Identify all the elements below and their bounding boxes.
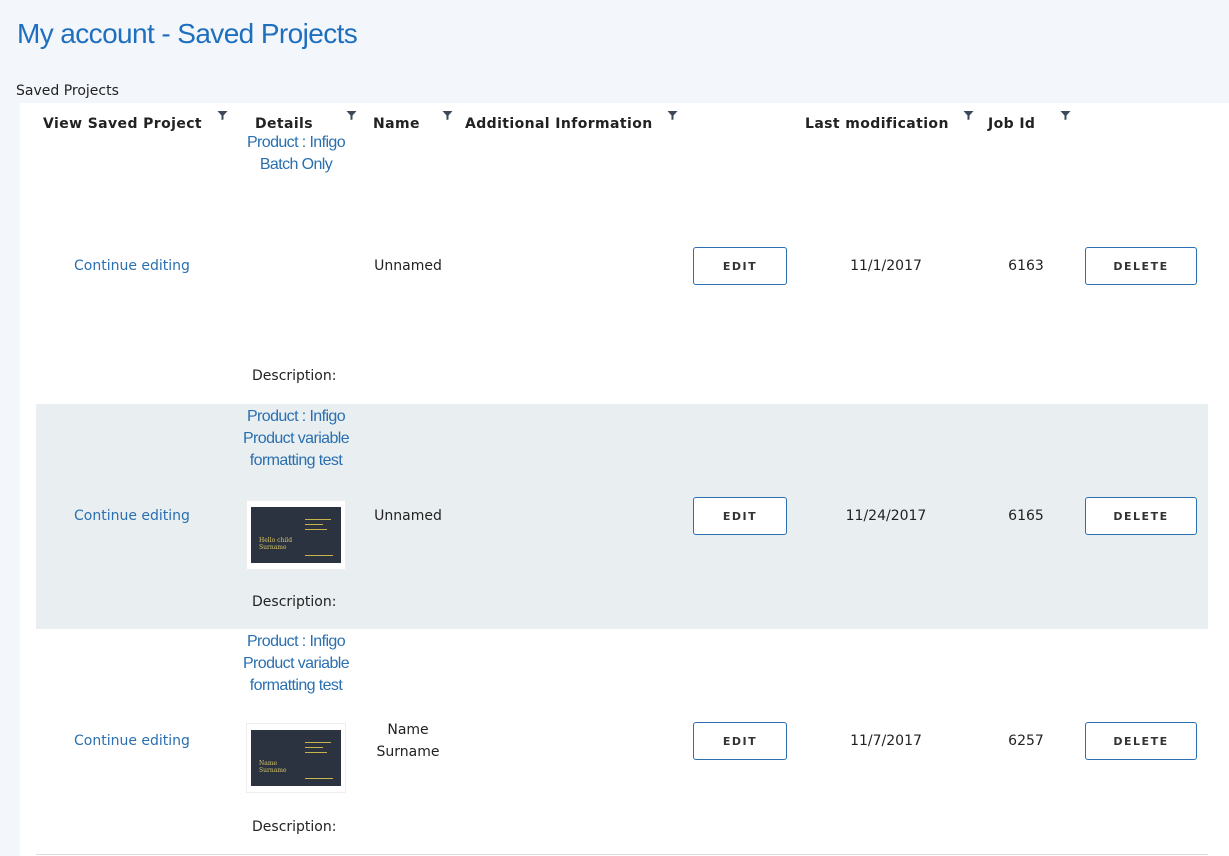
column-header-name[interactable]: Name (373, 116, 420, 132)
thumbnail-text: Hello child Surname (259, 537, 293, 551)
column-header-additional-information[interactable]: Additional Information (465, 116, 653, 132)
filter-icon[interactable] (217, 110, 228, 121)
thumbnail-text: Name Surname (259, 760, 287, 774)
edit-button[interactable]: EDIT (693, 722, 787, 760)
job-id: 6163 (1008, 258, 1044, 274)
table-row: Product : Infigo Product variable format… (36, 404, 1208, 629)
saved-projects-table: View Saved Project Details Name Addition… (20, 103, 1229, 856)
filter-icon[interactable] (963, 110, 974, 121)
description-label: Description: (252, 594, 337, 610)
job-id: 6257 (1008, 733, 1044, 749)
project-name: Name Surname (376, 722, 440, 760)
description-label: Description: (252, 368, 337, 384)
filter-icon[interactable] (346, 110, 357, 121)
continue-editing-link[interactable]: Continue editing (74, 258, 190, 274)
last-modification: 11/7/2017 (850, 733, 922, 749)
delete-button[interactable]: DELETE (1085, 722, 1197, 760)
continue-editing-link[interactable]: Continue editing (74, 733, 190, 749)
project-name: Unnamed (374, 258, 442, 274)
column-header-details[interactable]: Details (255, 116, 313, 132)
delete-button[interactable]: DELETE (1085, 497, 1197, 535)
job-id: 6165 (1008, 508, 1044, 524)
edit-button[interactable]: EDIT (693, 247, 787, 285)
product-link[interactable]: Product : Infigo Batch Only (236, 132, 356, 176)
column-header-last-modification[interactable]: Last modification (805, 116, 949, 132)
table-row: Product : Infigo Batch Only Continue edi… (36, 131, 1208, 404)
project-thumbnail: Name Surname (246, 723, 346, 793)
product-link[interactable]: Product : Infigo Product variable format… (236, 406, 356, 472)
filter-icon[interactable] (442, 110, 453, 121)
filter-icon[interactable] (667, 110, 678, 121)
section-label: Saved Projects (16, 83, 119, 99)
table-row: Product : Infigo Product variable format… (36, 629, 1208, 855)
project-thumbnail: Hello child Surname (246, 500, 346, 570)
column-header-job-id[interactable]: Job Id (988, 116, 1035, 132)
description-label: Description: (252, 819, 337, 835)
edit-button[interactable]: EDIT (693, 497, 787, 535)
last-modification: 11/1/2017 (850, 258, 922, 274)
last-modification: 11/24/2017 (845, 508, 927, 524)
delete-button[interactable]: DELETE (1085, 247, 1197, 285)
continue-editing-link[interactable]: Continue editing (74, 508, 190, 524)
column-header-view-saved-project[interactable]: View Saved Project (43, 116, 202, 132)
project-name: Unnamed (374, 508, 442, 524)
page-title: My account - Saved Projects (17, 18, 358, 49)
filter-icon[interactable] (1060, 110, 1071, 121)
product-link[interactable]: Product : Infigo Product variable format… (236, 631, 356, 697)
